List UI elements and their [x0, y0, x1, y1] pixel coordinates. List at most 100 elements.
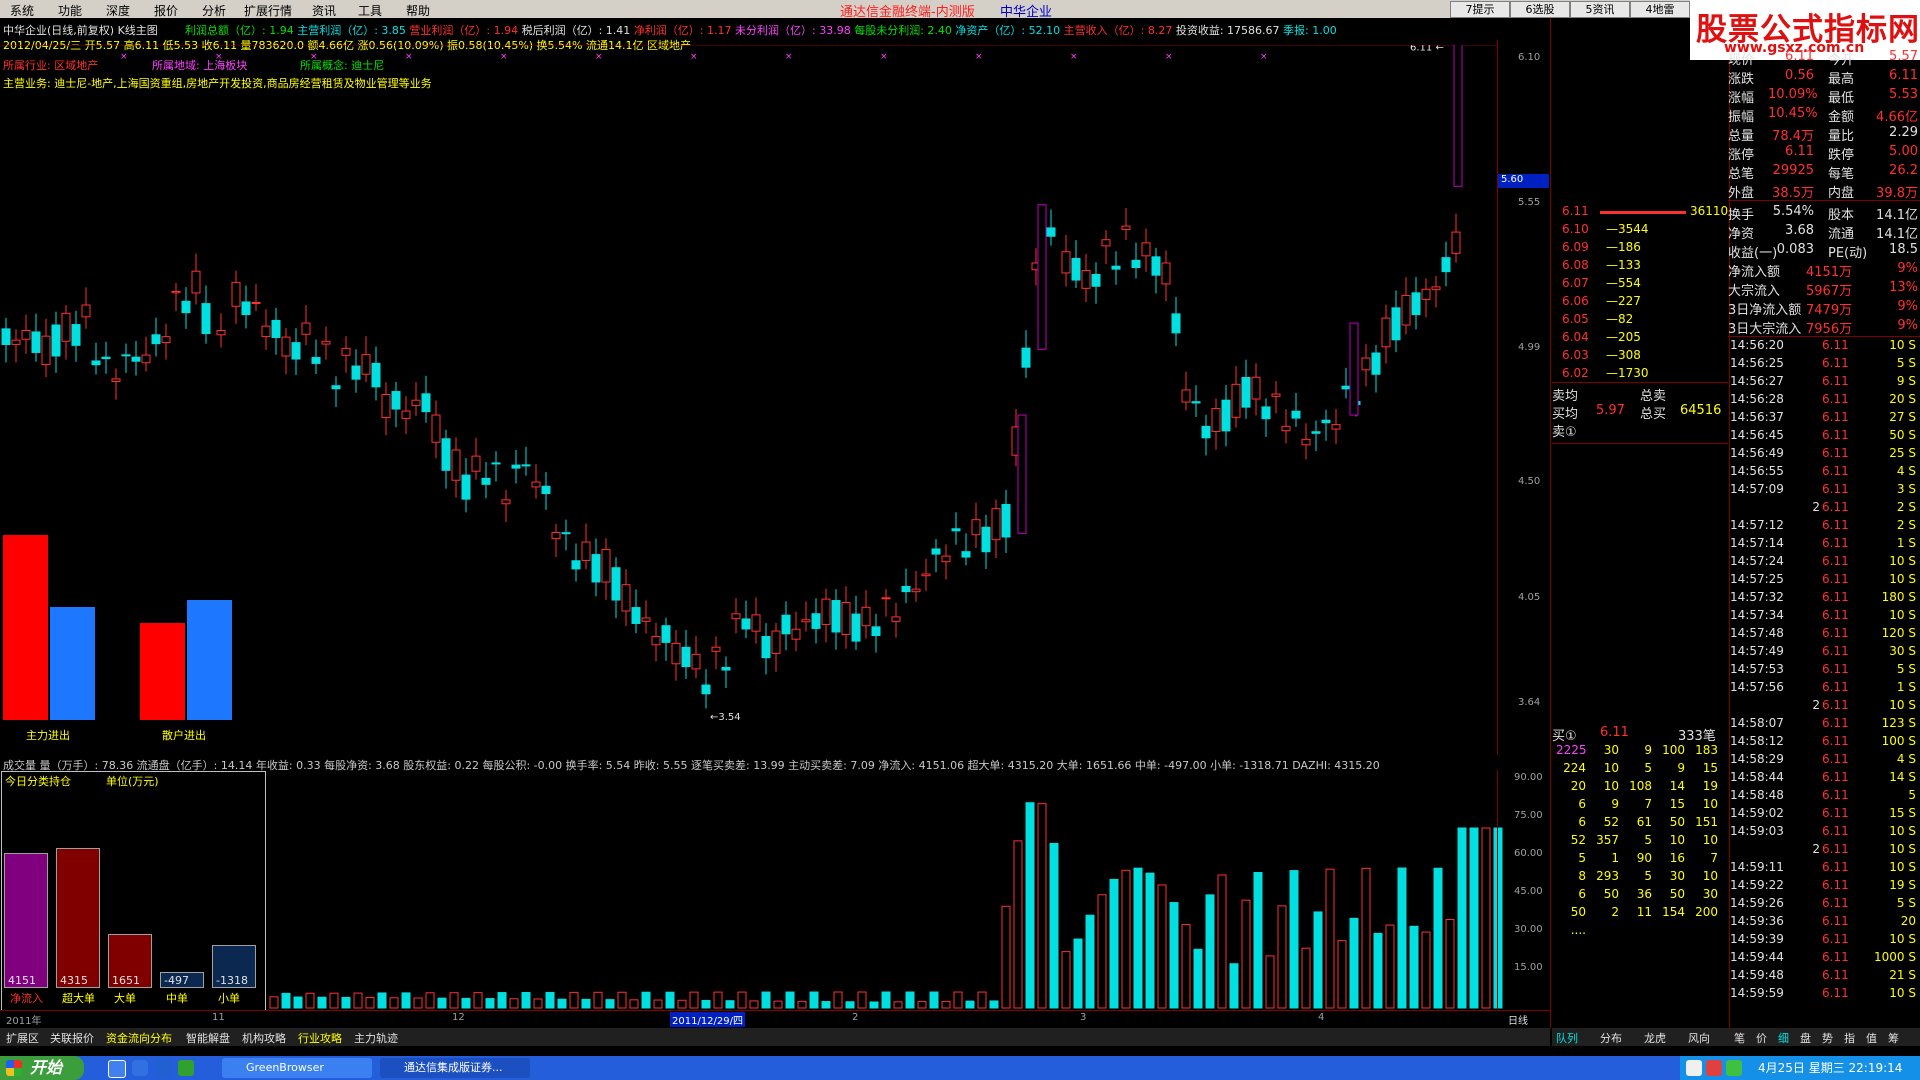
- event-marker: ×: [1165, 52, 1173, 62]
- candle-body: [871, 626, 881, 637]
- volume-bar: [1145, 872, 1155, 1009]
- kline-chart[interactable]: 6.11 ← ←3.54 × × × × × × × × × × × × ×: [0, 45, 1550, 757]
- volume-bar: [665, 991, 675, 1009]
- tab-related-quote[interactable]: 关联报价: [50, 1030, 94, 1046]
- candle-body: [1081, 270, 1091, 289]
- menu-item-analysis[interactable]: 分析: [202, 2, 226, 19]
- candle-body: [161, 336, 171, 344]
- tab-smart-analysis[interactable]: 智能解盘: [186, 1030, 230, 1046]
- tick-volume: 10 S: [1889, 842, 1916, 856]
- show-desktop-icon[interactable]: [108, 1060, 126, 1078]
- candle-body: [821, 598, 831, 625]
- menu-item-ext-market[interactable]: 扩展行情: [244, 2, 292, 19]
- tab-industry[interactable]: 行业攻略: [298, 1030, 342, 1046]
- tab-institution[interactable]: 机构攻略: [242, 1030, 286, 1046]
- volume-bar: [1241, 899, 1251, 1009]
- tick-price: 6.11: [1822, 518, 1849, 532]
- tab-fund-flow[interactable]: 资金流向分布: [106, 1030, 172, 1046]
- tab-main-track[interactable]: 主力轨迹: [354, 1030, 398, 1046]
- tab-dragon-tiger[interactable]: 龙虎: [1644, 1030, 1666, 1046]
- volume-bar: [1217, 874, 1227, 1009]
- fundamental-item: 税后利润（亿）: 1.41: [521, 24, 634, 37]
- task-greenbrowser[interactable]: GreenBrowser: [222, 1058, 372, 1078]
- menu-item-depth[interactable]: 深度: [106, 2, 130, 19]
- tick-price: 6.11: [1822, 950, 1849, 964]
- volume-bar: [1061, 951, 1071, 1009]
- quote-row: 大宗流入 5967万 13%: [1728, 279, 1920, 299]
- tick-volume: 1 S: [1896, 536, 1916, 550]
- candle-body: [991, 508, 1001, 541]
- buy-queue-header: 买① 6.11 333笔: [1552, 725, 1728, 744]
- tick-time: 14:57:24: [1730, 554, 1784, 568]
- menu-item-info[interactable]: 资讯: [312, 2, 336, 19]
- tab-trades[interactable]: 笔: [1734, 1030, 1745, 1046]
- fundamental-item: 营业利润（亿）: 1.94: [409, 24, 522, 37]
- tab-chips[interactable]: 筹: [1888, 1030, 1899, 1046]
- quote-label2: 最高: [1828, 72, 1855, 87]
- candle-body: [741, 618, 751, 630]
- candle-body: [451, 449, 461, 481]
- volume-bar: [821, 1001, 831, 1009]
- tick-price: 6.11: [1822, 500, 1849, 514]
- news-button[interactable]: 5资讯: [1570, 1, 1630, 18]
- tick-price: 6.11: [1822, 932, 1849, 946]
- stock-picker-button[interactable]: 6选股: [1510, 1, 1570, 18]
- low-label: ←3.54: [710, 712, 741, 723]
- volume-bar: [881, 991, 891, 1009]
- candle-body: [1021, 347, 1031, 368]
- candle-body: [541, 485, 551, 495]
- task-tdx[interactable]: 通达信集成版证券...: [380, 1058, 530, 1078]
- period-label[interactable]: 日线: [1508, 1012, 1528, 1027]
- browser-icon[interactable]: [132, 1060, 148, 1076]
- tab-queue[interactable]: 队列: [1556, 1030, 1578, 1046]
- tab-board[interactable]: 盘: [1800, 1030, 1811, 1046]
- holding-value: 1651: [112, 974, 140, 987]
- tab-detail[interactable]: 细: [1778, 1030, 1789, 1046]
- tick-price: 6.11: [1822, 770, 1849, 784]
- start-button[interactable]: 开始: [0, 1056, 84, 1080]
- mines-button[interactable]: 4地雷: [1630, 1, 1690, 18]
- tick-time: 14:59:26: [1730, 896, 1784, 910]
- tab-value[interactable]: 值: [1866, 1030, 1877, 1046]
- menu-item-function[interactable]: 功能: [58, 2, 82, 19]
- volume-bar: [845, 1001, 855, 1009]
- menu-item-tools[interactable]: 工具: [358, 2, 382, 19]
- tick-price: 6.11: [1822, 968, 1849, 982]
- tips-button[interactable]: 7提示: [1450, 1, 1510, 18]
- tab-distribution[interactable]: 分布: [1600, 1030, 1622, 1046]
- candle-body: [61, 312, 71, 342]
- main-flow-label: 主力进出: [26, 729, 70, 742]
- tray-volume-icon[interactable]: [1726, 1060, 1742, 1076]
- queue-order: ....: [1570, 923, 1586, 937]
- app-icon[interactable]: [178, 1060, 194, 1076]
- tab-wind[interactable]: 风向: [1688, 1030, 1710, 1046]
- candle-limit-up: [1037, 204, 1047, 350]
- tray-network-icon[interactable]: [1686, 1060, 1702, 1076]
- tab-trend[interactable]: 势: [1822, 1030, 1833, 1046]
- candle-body: [391, 391, 401, 410]
- tab-index[interactable]: 指: [1844, 1030, 1855, 1046]
- candle-body: [121, 354, 131, 357]
- tick-time: 14:57:48: [1730, 626, 1784, 640]
- ie-icon[interactable]: [156, 1060, 172, 1076]
- candle-body: [301, 322, 311, 335]
- event-marker: ×: [690, 52, 698, 62]
- menu-item-help[interactable]: 帮助: [406, 2, 430, 19]
- candle-body: [21, 330, 31, 340]
- quote-value: 78.4万: [1772, 129, 1814, 144]
- menu-item-system[interactable]: 系统: [10, 2, 34, 19]
- tab-extension[interactable]: 扩展区: [6, 1030, 39, 1046]
- tick-price: 6.11: [1822, 716, 1849, 730]
- candle-body: [921, 573, 931, 577]
- quote-value2: 14.1亿: [1876, 227, 1918, 242]
- volume-bar: [533, 998, 543, 1009]
- volume-bar: [1337, 940, 1347, 1009]
- order-volume: —227: [1606, 294, 1641, 308]
- tick-time: 14:59:36: [1730, 914, 1784, 928]
- tick-volume: 21 S: [1889, 968, 1916, 982]
- tray-app-icon[interactable]: [1706, 1060, 1722, 1076]
- menu-item-quote[interactable]: 报价: [154, 2, 178, 19]
- quote-row: 收益(一) 0.083 PE(动) 18.5: [1728, 241, 1920, 261]
- buy-avg-value: 5.97: [1596, 403, 1625, 418]
- tab-price[interactable]: 价: [1756, 1030, 1767, 1046]
